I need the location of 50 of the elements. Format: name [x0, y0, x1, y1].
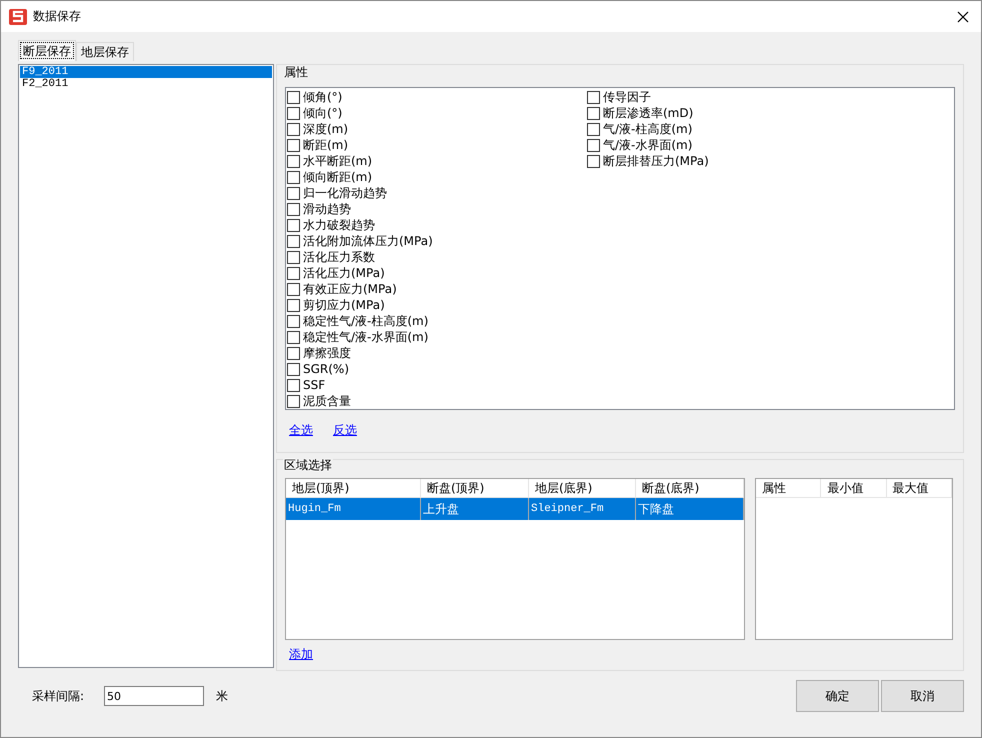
column-header[interactable]: 属性	[756, 479, 822, 497]
close-icon[interactable]	[957, 10, 969, 22]
attribute-checkbox[interactable]: 活化压力系数	[287, 249, 587, 265]
attribute-checkbox[interactable]: 摩擦强度	[287, 345, 587, 361]
attribute-checkbox[interactable]: 断层排替压力(MPa)	[587, 153, 887, 169]
attribute-checkbox[interactable]: 倾角(°)	[287, 89, 587, 105]
select-link[interactable]: 反选	[333, 422, 357, 439]
add-link[interactable]: 添加	[289, 646, 313, 663]
sampling-input[interactable]: 50	[104, 686, 204, 706]
attribute-checkbox[interactable]: 活化附加流体压力(MPa)	[287, 233, 587, 249]
attribute-checkbox[interactable]: 气/液-柱高度(m)	[587, 121, 887, 137]
attribute-checkbox[interactable]: 断距(m)	[287, 137, 587, 153]
group-title: 属性	[283, 65, 309, 79]
dialog-button[interactable]: 确定	[796, 680, 879, 712]
attribute-checkbox[interactable]: SGR(%)	[287, 361, 587, 377]
sampling-label: 采样间隔:	[32, 688, 86, 704]
column-header[interactable]: 最大值	[886, 479, 952, 497]
attribute-checkbox[interactable]: 倾向断距(m)	[287, 169, 587, 185]
column-header[interactable]: 断盘(底界)	[636, 479, 744, 497]
column-header[interactable]: 断盘(顶界)	[421, 479, 529, 497]
attribute-checkbox[interactable]: 有效正应力(MPa)	[287, 281, 587, 297]
window-title: 数据保存	[33, 8, 81, 25]
attribute-checkbox[interactable]: 稳定性气/液-柱高度(m)	[287, 313, 587, 329]
fault-list-item[interactable]: F2_2011	[20, 78, 272, 90]
select-link[interactable]: 全选	[289, 422, 313, 439]
attribute-checkbox[interactable]: 气/液-水界面(m)	[587, 137, 887, 153]
dialog-button[interactable]: 取消	[881, 680, 964, 712]
column-header[interactable]: 地层(顶界)	[286, 479, 421, 497]
attribute-checkbox[interactable]: SSF	[287, 377, 587, 393]
tab[interactable]: 断层保存	[18, 40, 76, 61]
group-title: 区域选择	[283, 458, 333, 472]
attribute-checkbox[interactable]: 传导因子	[587, 89, 887, 105]
attribute-checkbox[interactable]: 归一化滑动趋势	[287, 185, 587, 201]
attribute-checkbox[interactable]: 倾向(°)	[287, 105, 587, 121]
attribute-checkbox[interactable]: 滑动趋势	[287, 201, 587, 217]
unit-label: 米	[216, 688, 228, 704]
table-row[interactable]: Hugin_Fm 上升盘 Sleipner_Fm 下降盘	[286, 498, 744, 520]
attribute-checkbox[interactable]: 水力破裂趋势	[287, 217, 587, 233]
attribute-checkbox[interactable]: 泥质含量	[287, 393, 587, 409]
tab[interactable]: 地层保存	[76, 42, 134, 61]
attribute-checkbox[interactable]: 活化压力(MPa)	[287, 265, 587, 281]
attribute-checkbox[interactable]: 剪切应力(MPa)	[287, 297, 587, 313]
attribute-checkbox[interactable]: 断层渗透率(mD)	[587, 105, 887, 121]
attribute-checkbox[interactable]: 深度(m)	[287, 121, 587, 137]
attribute-checkbox[interactable]: 水平断距(m)	[287, 153, 587, 169]
column-header[interactable]: 最小值	[821, 479, 887, 497]
column-header[interactable]: 地层(底界)	[529, 479, 636, 497]
app-logo-icon	[9, 8, 27, 26]
attribute-checkbox[interactable]: 稳定性气/液-水界面(m)	[287, 329, 587, 345]
fault-list-item[interactable]: F9_2011	[20, 66, 272, 78]
